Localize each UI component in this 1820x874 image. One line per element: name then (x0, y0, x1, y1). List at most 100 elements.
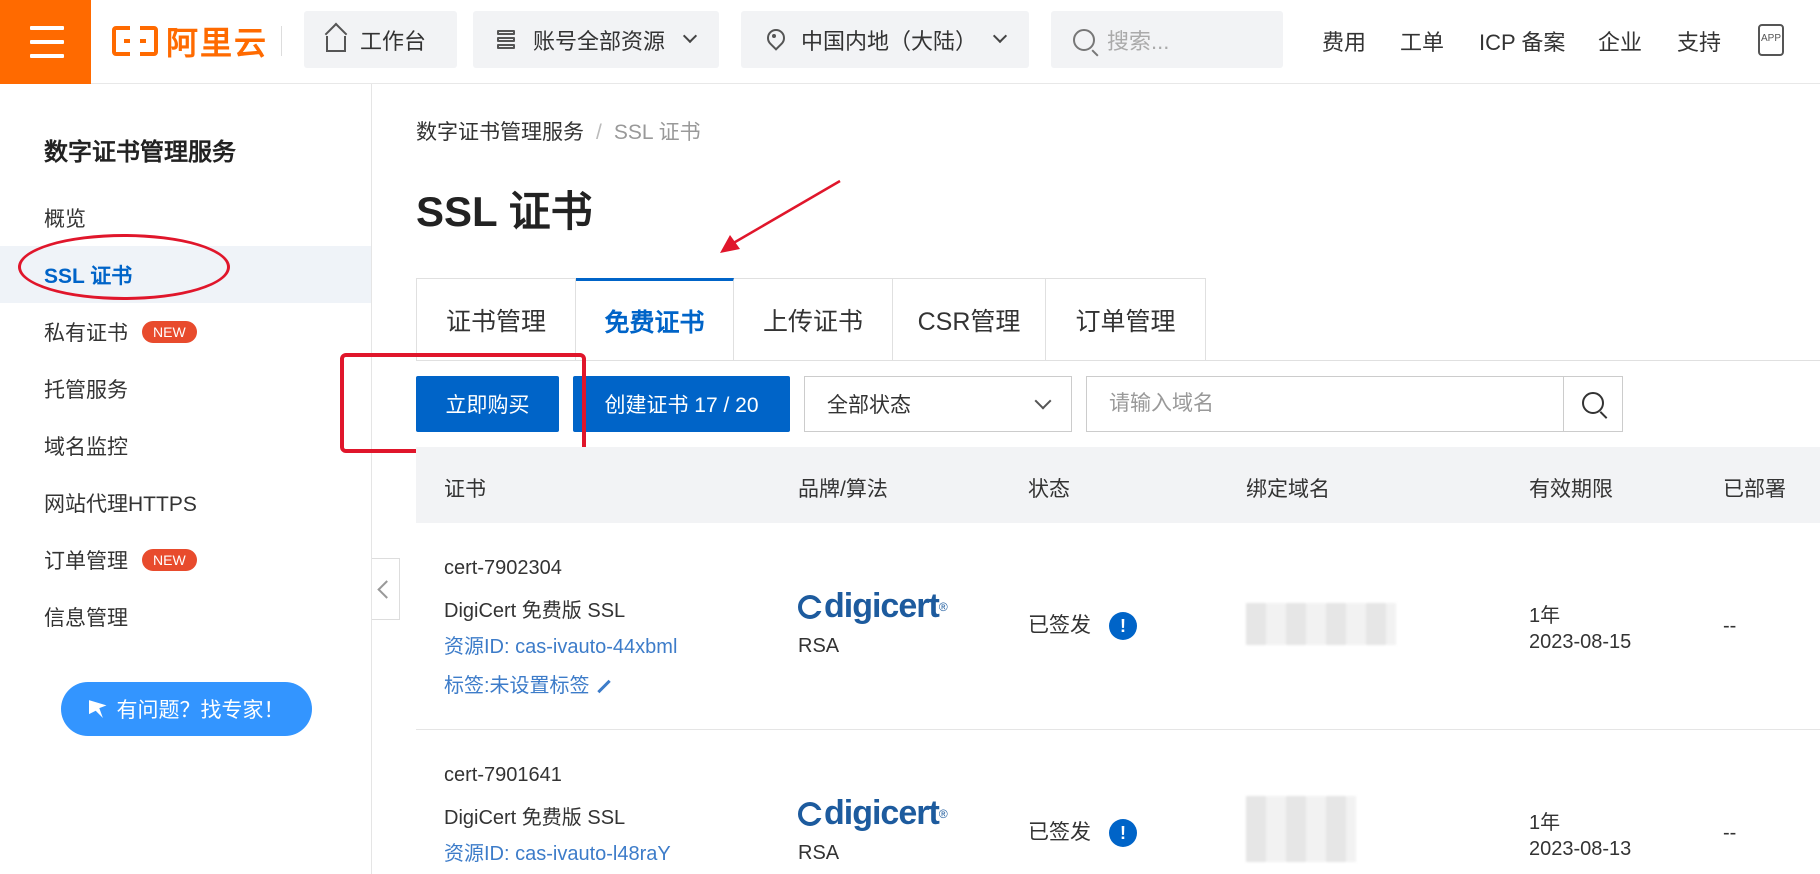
sidebar-item-private-cert[interactable]: 私有证书 NEW (0, 303, 371, 360)
sidebar-item-managed-service[interactable]: 托管服务 (0, 360, 371, 417)
workbench-button[interactable]: 工作台 (304, 11, 457, 68)
sidebar-item-orders[interactable]: 订单管理 NEW (0, 531, 371, 588)
validity-period: 1年 (1529, 812, 1561, 834)
nav-icp[interactable]: ICP 备案 (1479, 25, 1565, 57)
table-header: 证书 品牌/算法 状态 绑定域名 有效期限 已部署 (416, 447, 1820, 523)
column-header-deployed: 已部署 (1723, 478, 1786, 501)
aliyun-logo[interactable]: 阿里云 (112, 20, 268, 62)
info-icon[interactable]: ! (1109, 819, 1137, 848)
breadcrumb-current: SSL 证书 (613, 121, 701, 144)
status-filter-select[interactable]: 全部状态 (804, 376, 1072, 432)
menu-icon-line (30, 54, 64, 58)
tab-label: 上传证书 (762, 307, 863, 336)
resource-id-link[interactable]: 资源ID: cas-ivauto-l48raY (444, 837, 671, 866)
menu-icon-line (30, 40, 64, 44)
menu-icon-line (30, 26, 64, 30)
edit-icon (596, 680, 611, 694)
top-navigation-bar: 阿里云 工作台 账号全部资源 中国内地（大陆） 搜索... 费用 工单 ICP … (0, 0, 1820, 84)
tab-label: 证书管理 (445, 307, 546, 336)
sidebar-item-https-proxy[interactable]: 网站代理HTTPS (0, 474, 371, 531)
new-badge: NEW (142, 320, 197, 343)
table-row: cert-7901641 DigiCert 免费版 SSL 资源ID: cas-… (416, 730, 1820, 874)
blurred-domain (1246, 796, 1356, 862)
ask-expert-label: 有问题？找专家！ (116, 699, 285, 722)
sidebar-item-label: 网站代理HTTPS (44, 492, 197, 516)
resources-icon (495, 28, 519, 52)
tab-label: 订单管理 (1075, 307, 1176, 336)
ask-expert-button[interactable]: 有问题？找专家！ (61, 682, 312, 736)
sidebar-title: 数字证书管理服务 (44, 139, 236, 166)
column-header-domain: 绑定域名 (1246, 478, 1330, 501)
hamburger-menu-button[interactable] (0, 0, 91, 84)
status-cell: 已签发! (1028, 609, 1137, 641)
tab-csr-management[interactable]: CSR管理 (893, 278, 1046, 361)
sidebar-item-label: 信息管理 (44, 606, 128, 630)
sidebar-item-label: 托管服务 (44, 378, 128, 402)
sidebar-item-overview[interactable]: 概览 (0, 189, 371, 246)
blurred-domain (1246, 603, 1396, 645)
chevron-down-icon (1034, 392, 1052, 410)
tab-label: CSR管理 (917, 307, 1021, 336)
home-icon (326, 35, 346, 52)
tab-cert-management[interactable]: 证书管理 (416, 278, 576, 361)
status-cell: 已签发! (1028, 816, 1137, 848)
breadcrumb-separator: / (596, 121, 602, 144)
annotation-ellipse (18, 234, 230, 300)
annotation-arrow (720, 179, 841, 253)
sidebar-item-info-management[interactable]: 信息管理 (0, 588, 371, 645)
status-text: 已签发 (1028, 614, 1091, 637)
resources-label: 账号全部资源 (533, 28, 666, 54)
nav-support[interactable]: 支持 (1677, 25, 1721, 57)
nav-enterprise[interactable]: 企业 (1598, 25, 1642, 57)
divider (281, 26, 282, 56)
brand-text: digicert (824, 587, 940, 625)
cert-name: cert-7902304 (444, 557, 562, 579)
sidebar-collapse-button[interactable] (372, 558, 400, 620)
expiry-date: 2023-08-15 (1529, 631, 1632, 653)
sidebar-item-domain-monitor[interactable]: 域名监控 (0, 417, 371, 474)
digicert-logo-icon (798, 801, 823, 826)
search-icon (1073, 28, 1095, 51)
annotation-rectangle (340, 353, 586, 453)
create-cert-button[interactable]: 创建证书 17 / 20 (573, 376, 790, 432)
tab-bar: 证书管理 免费证书 上传证书 CSR管理 订单管理 (416, 278, 1206, 361)
tab-label: 免费证书 (604, 308, 705, 337)
app-download-icon[interactable]: APP (1758, 24, 1784, 56)
logo-text: 阿里云 (166, 25, 269, 61)
aliyun-logo-icon (112, 26, 158, 56)
tab-divider (416, 360, 1820, 361)
create-cert-label: 创建证书 17 / 20 (604, 394, 759, 417)
tab-order-management[interactable]: 订单管理 (1046, 278, 1206, 361)
domain-search-input[interactable] (1086, 376, 1564, 432)
nav-fees[interactable]: 费用 (1322, 25, 1366, 57)
region-dropdown[interactable]: 中国内地（大陆） (741, 11, 1029, 68)
chevron-down-icon (682, 28, 698, 44)
deployed-status: -- (1723, 822, 1737, 844)
chevron-down-icon (992, 28, 1008, 44)
digicert-logo: digicert ® (798, 587, 948, 626)
cert-type: DigiCert 免费版 SSL (444, 600, 626, 622)
page-title: SSL 证书 (416, 188, 593, 235)
cert-type: DigiCert 免费版 SSL (444, 807, 626, 829)
domain-search-button[interactable] (1563, 376, 1623, 432)
expert-icon (88, 700, 107, 718)
tag-edit-link[interactable]: 标签:未设置标签 (444, 669, 612, 698)
algorithm: RSA (798, 842, 840, 864)
sidebar-item-label: 域名监控 (44, 435, 128, 459)
breadcrumb-root-link[interactable]: 数字证书管理服务 (416, 121, 584, 144)
resource-scope-dropdown[interactable]: 账号全部资源 (473, 11, 719, 68)
column-header-status: 状态 (1028, 478, 1070, 501)
resource-id-link[interactable]: 资源ID: cas-ivauto-44xbml (444, 630, 677, 659)
new-badge: NEW (142, 548, 197, 571)
info-icon[interactable]: ! (1109, 612, 1137, 641)
breadcrumb: 数字证书管理服务 / SSL 证书 (416, 116, 701, 146)
nav-tickets[interactable]: 工单 (1400, 25, 1444, 57)
status-text: 已签发 (1028, 821, 1091, 844)
sidebar: 数字证书管理服务 概览 SSL 证书 私有证书 NEW 托管服务 域名监控 网站… (0, 84, 372, 874)
sidebar-item-label: 概览 (44, 207, 86, 231)
global-search-input[interactable]: 搜索... (1051, 11, 1283, 68)
location-pin-icon (763, 28, 787, 52)
search-placeholder: 搜索... (1107, 28, 1170, 54)
tab-free-cert[interactable]: 免费证书 (576, 278, 734, 361)
tab-upload-cert[interactable]: 上传证书 (734, 278, 893, 361)
